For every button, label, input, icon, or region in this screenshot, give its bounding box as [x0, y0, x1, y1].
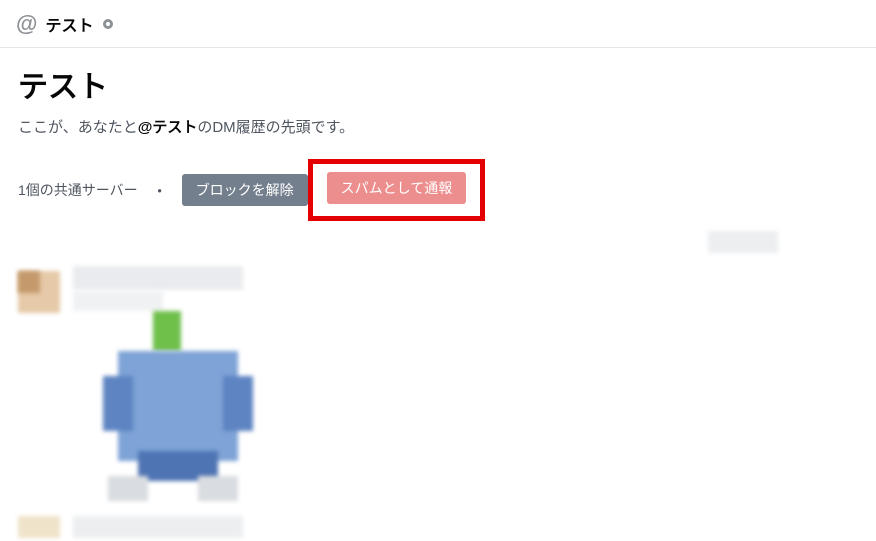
dm-subtitle-mention: @テスト [138, 119, 198, 136]
dm-subtitle-after: のDM履歴の先頭です。 [197, 119, 354, 136]
message-list-blurred [18, 241, 858, 541]
separator-dot: ・ [152, 178, 168, 202]
dm-subtitle: ここが、あなたと@テストのDM履歴の先頭です。 [18, 116, 858, 137]
status-offline-icon [103, 19, 113, 29]
at-icon: @ [16, 11, 37, 37]
highlight-annotation: スパムとして通報 [308, 159, 486, 221]
dm-title: テスト [18, 62, 858, 106]
dm-content: テスト ここが、あなたと@テストのDM履歴の先頭です。 1個の共通サーバー ・ … [0, 48, 876, 541]
channel-title: テスト [45, 12, 93, 36]
action-row: 1個の共通サーバー ・ ブロックを解除 スパムとして通報 [18, 159, 858, 221]
dm-subtitle-before: ここが、あなたと [18, 119, 138, 136]
report-spam-button[interactable]: スパムとして通報 [327, 172, 467, 204]
channel-header: @ テスト [0, 0, 876, 48]
unblock-button[interactable]: ブロックを解除 [182, 174, 308, 206]
mutual-servers-link[interactable]: 1個の共通サーバー [18, 180, 138, 200]
